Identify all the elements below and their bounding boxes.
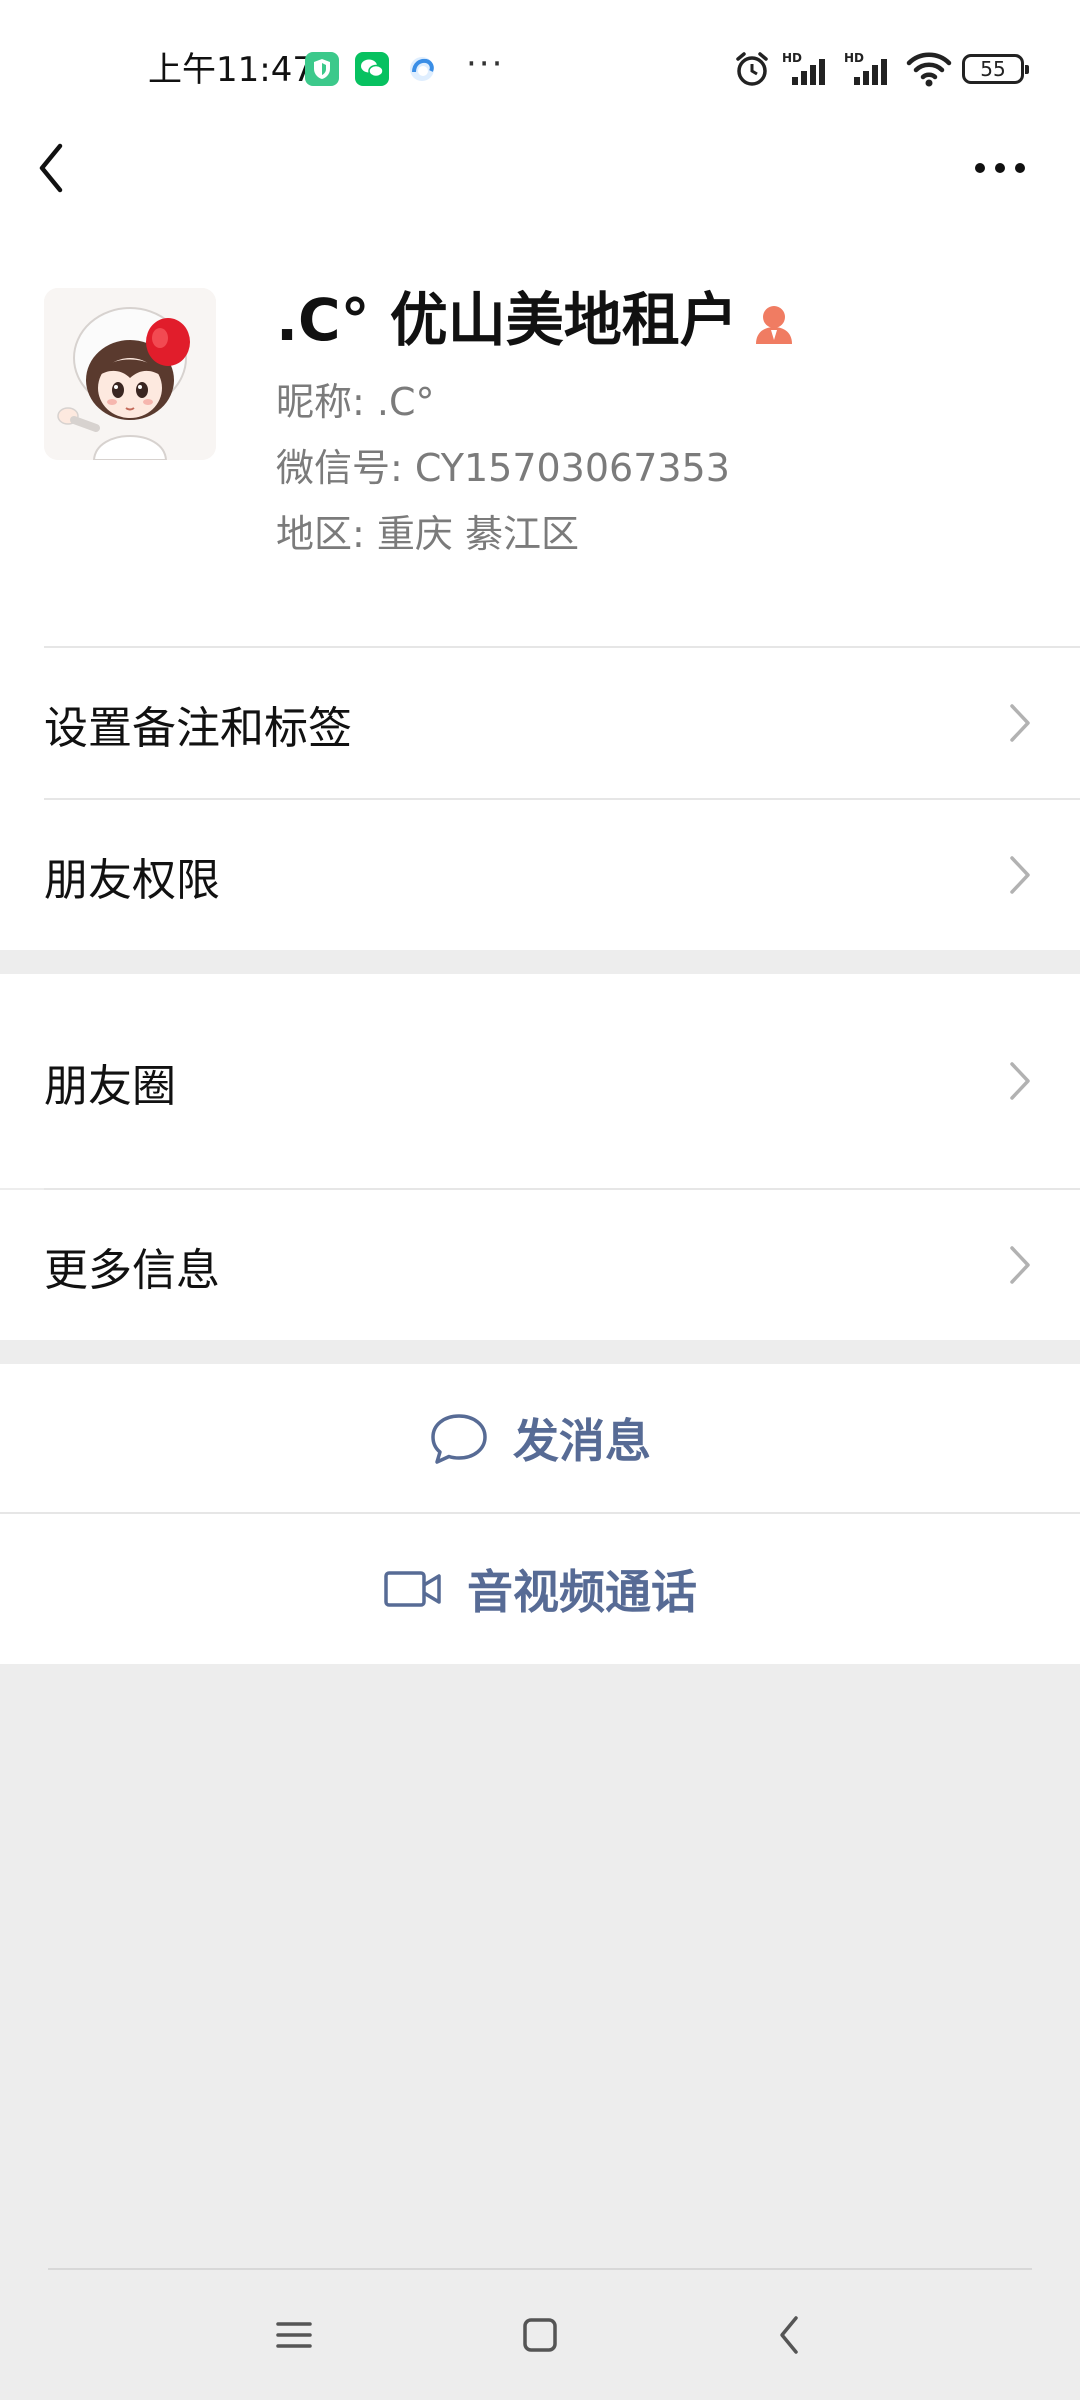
- person-badge-icon: [755, 305, 792, 344]
- battery-indicator: 55: [962, 54, 1029, 84]
- display-name-text: .C° 优山美地租户: [276, 286, 738, 354]
- more-notifications-icon: ···: [466, 44, 505, 84]
- home-square-icon[interactable]: [510, 2310, 570, 2360]
- back-nav-icon[interactable]: [760, 2310, 820, 2360]
- back-chevron-icon[interactable]: [30, 138, 80, 198]
- cell-friend-permissions[interactable]: 朋友权限: [0, 800, 1080, 950]
- nav-divider: [48, 2268, 1032, 2270]
- send-message-label: 发消息: [513, 1414, 651, 1468]
- send-message-button[interactable]: 发消息: [0, 1364, 1080, 1512]
- chevron-right-icon: [1010, 704, 1030, 742]
- menu-icon[interactable]: [264, 2310, 324, 2360]
- chevron-right-icon: [1010, 1246, 1030, 1284]
- cell-remark-tags[interactable]: 设置备注和标签: [0, 648, 1080, 798]
- browser-app-icon: [405, 52, 439, 86]
- chat-bubble-icon: [431, 1414, 487, 1464]
- signal-2-label: HD: [844, 51, 864, 65]
- status-bar: 上午11:47 ··· HD HD 55: [0, 0, 1080, 140]
- battery-level: 55: [980, 57, 1006, 81]
- cell-more-info-label: 更多信息: [44, 1245, 220, 1296]
- signal-1-icon: HD: [782, 51, 825, 85]
- wechat-id-line: 微信号: CY15703067353: [276, 446, 730, 490]
- signal-2-icon: HD: [844, 51, 887, 85]
- video-call-label: 音视频通话: [467, 1565, 697, 1619]
- more-horizontal-icon[interactable]: [970, 150, 1030, 186]
- signal-1-label: HD: [782, 51, 802, 65]
- chevron-right-icon: [1010, 1062, 1030, 1100]
- cell-moments[interactable]: 朋友圈: [0, 974, 1080, 1188]
- cell-remark-tags-label: 设置备注和标签: [44, 703, 352, 754]
- video-call-button[interactable]: 音视频通话: [0, 1514, 1080, 1664]
- cell-friend-permissions-label: 朋友权限: [44, 855, 220, 906]
- cell-more-info[interactable]: 更多信息: [0, 1190, 1080, 1340]
- cell-moments-label: 朋友圈: [44, 1061, 176, 1112]
- alarm-icon: [736, 52, 768, 86]
- contact-profile-screen: 上午11:47 ··· HD HD 55 .C° 优山美地租户 昵称: .C° …: [0, 0, 1080, 2400]
- status-time: 上午11:47: [148, 50, 314, 90]
- region-line: 地区: 重庆 綦江区: [276, 512, 579, 556]
- nickname-line: 昵称: .C°: [276, 380, 435, 424]
- status-indicators: HD HD 55: [732, 46, 1029, 92]
- profile-display-name: .C° 优山美地租户: [276, 280, 796, 360]
- shield-app-icon: [305, 52, 339, 86]
- wechat-icon: [355, 52, 389, 86]
- chevron-right-icon: [1010, 856, 1030, 894]
- avatar[interactable]: [44, 288, 216, 460]
- video-camera-icon: [384, 1571, 441, 1607]
- wifi-icon: [906, 52, 952, 87]
